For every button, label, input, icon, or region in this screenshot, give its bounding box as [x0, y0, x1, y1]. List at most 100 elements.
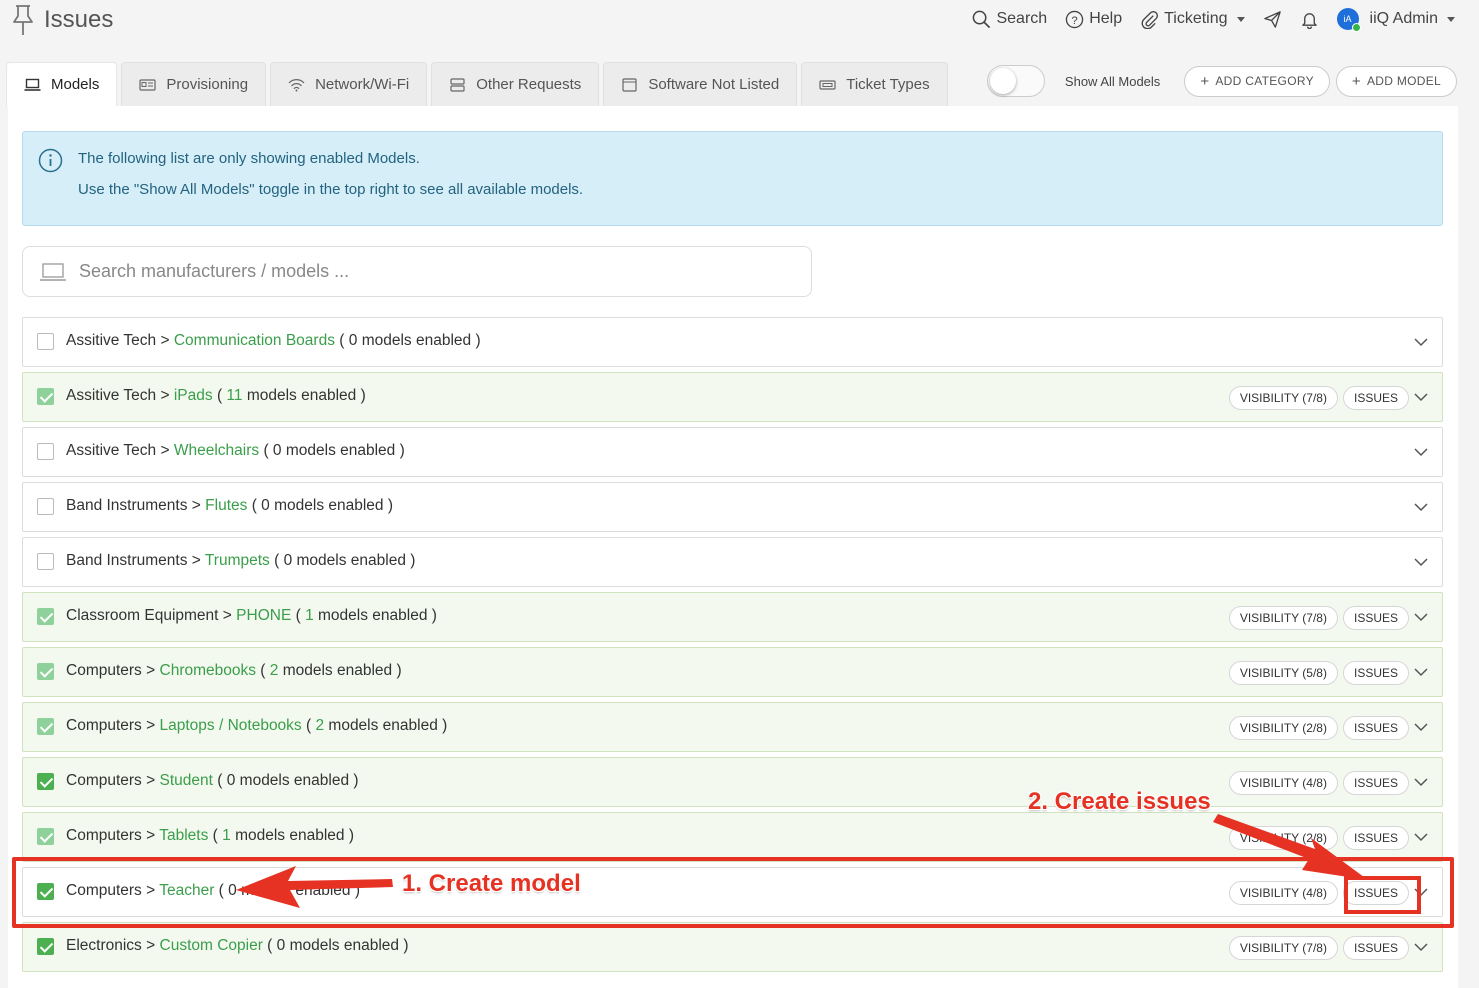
visibility-button[interactable]: VISIBILITY (4/8): [1228, 771, 1338, 795]
id-card-icon: [139, 78, 156, 91]
chevron-down-icon[interactable]: [1414, 720, 1428, 734]
send-button[interactable]: [1263, 10, 1282, 29]
enable-checkbox[interactable]: [37, 498, 54, 515]
category-row[interactable]: Electronics > Custom Copier ( 0 models e…: [22, 922, 1443, 972]
issues-button[interactable]: ISSUES: [1342, 386, 1409, 410]
chevron-down-icon[interactable]: [1414, 500, 1428, 514]
avatar-initials: iA: [1343, 14, 1352, 24]
model-count: 2: [269, 662, 279, 679]
chevron-down-icon[interactable]: [1414, 665, 1428, 679]
category-row[interactable]: Computers > Student ( 0 models enabled )…: [22, 757, 1443, 807]
tab-models[interactable]: Models: [6, 62, 118, 106]
tab-software-not-listed[interactable]: Software Not Listed: [603, 62, 798, 106]
separator: >: [222, 607, 232, 624]
search-link[interactable]: Search: [972, 10, 1047, 29]
subcategory-link[interactable]: iPads: [174, 387, 213, 404]
tab-other-requests[interactable]: Other Requests: [431, 62, 600, 106]
visibility-button[interactable]: VISIBILITY (4/8): [1228, 881, 1338, 905]
subcategory-link[interactable]: Custom Copier: [160, 937, 263, 954]
enable-checkbox[interactable]: [37, 443, 54, 460]
enable-checkbox[interactable]: [37, 388, 54, 405]
enable-checkbox[interactable]: [37, 883, 54, 900]
subcategory-link[interactable]: Flutes: [205, 497, 247, 514]
enable-checkbox[interactable]: [37, 718, 54, 735]
subcategory-link[interactable]: Laptops / Notebooks: [160, 717, 302, 734]
enable-checkbox[interactable]: [37, 938, 54, 955]
category-label: Band Instruments > Trumpets ( 0 models e…: [66, 552, 416, 569]
category-row[interactable]: Assitive Tech > Wheelchairs ( 0 models e…: [22, 427, 1443, 477]
user-menu[interactable]: iA iiQ Admin: [1336, 8, 1455, 32]
visibility-button[interactable]: VISIBILITY (2/8): [1228, 826, 1338, 850]
chevron-down-icon[interactable]: [1414, 885, 1428, 899]
category-row[interactable]: Band Instruments > Flutes ( 0 models ena…: [22, 482, 1443, 532]
subcategory-link[interactable]: Student: [160, 772, 213, 789]
category-label: Assitive Tech > iPads ( 11 models enable…: [66, 387, 366, 404]
tab-label: Network/Wi-Fi: [315, 76, 410, 93]
separator: >: [146, 827, 156, 844]
tab-bar: Models Provisioning Network/Wi-Fi Other …: [6, 62, 948, 106]
enable-checkbox[interactable]: [37, 773, 54, 790]
chevron-down-icon[interactable]: [1414, 830, 1428, 844]
category-row[interactable]: Computers > Teacher ( 0 models enabled )…: [22, 867, 1443, 917]
issues-button[interactable]: ISSUES: [1342, 716, 1409, 740]
laptop-icon: [24, 78, 41, 91]
chevron-down-icon[interactable]: [1414, 775, 1428, 789]
category-row[interactable]: Computers > Laptops / Notebooks ( 2 mode…: [22, 702, 1443, 752]
issues-button[interactable]: ISSUES: [1342, 936, 1409, 960]
enable-checkbox[interactable]: [37, 608, 54, 625]
subcategory-link[interactable]: Chromebooks: [160, 662, 257, 679]
category-row[interactable]: Assitive Tech > iPads ( 11 models enable…: [22, 372, 1443, 422]
enable-checkbox[interactable]: [37, 828, 54, 845]
separator: >: [146, 772, 156, 789]
models-enabled-label: models enabled: [289, 937, 400, 954]
category-row[interactable]: Computers > Chromebooks ( 2 models enabl…: [22, 647, 1443, 697]
visibility-button[interactable]: VISIBILITY (7/8): [1228, 386, 1338, 410]
tab-provisioning[interactable]: Provisioning: [121, 62, 267, 106]
subcategory-link[interactable]: Trumpets: [205, 552, 270, 569]
subcategory-link[interactable]: Teacher: [159, 882, 214, 899]
issues-button[interactable]: ISSUES: [1342, 826, 1409, 850]
subcategory-link[interactable]: Wheelchairs: [174, 442, 259, 459]
category-name: Assitive Tech: [66, 332, 157, 349]
issues-button[interactable]: ISSUES: [1342, 771, 1409, 795]
category-row[interactable]: Classroom Equipment > PHONE ( 1 models e…: [22, 592, 1443, 642]
model-count: 0: [276, 937, 286, 954]
row-actions: VISIBILITY (7/8) ISSUES: [1228, 936, 1409, 960]
issues-button[interactable]: ISSUES: [1342, 881, 1409, 905]
category-name: Band Instruments: [66, 552, 188, 569]
chevron-down-icon[interactable]: [1414, 390, 1428, 404]
search-input[interactable]: [79, 261, 779, 282]
category-label: Band Instruments > Flutes ( 0 models ena…: [66, 497, 394, 514]
tab-ticket-types[interactable]: Ticket Types: [801, 62, 948, 106]
add-model-button[interactable]: + ADD MODEL: [1335, 65, 1457, 97]
enable-checkbox[interactable]: [37, 663, 54, 680]
visibility-button[interactable]: VISIBILITY (2/8): [1228, 716, 1338, 740]
chevron-down-icon[interactable]: [1414, 445, 1428, 459]
enable-checkbox[interactable]: [37, 333, 54, 350]
issues-button[interactable]: ISSUES: [1342, 606, 1409, 630]
row-actions: VISIBILITY (2/8) ISSUES: [1228, 826, 1409, 850]
category-row[interactable]: Assitive Tech > Communication Boards ( 0…: [22, 317, 1443, 367]
model-count: 1: [222, 827, 231, 844]
subcategory-link[interactable]: Communication Boards: [174, 332, 335, 349]
category-row[interactable]: Band Instruments > Trumpets ( 0 models e…: [22, 537, 1443, 587]
subcategory-link[interactable]: PHONE: [236, 607, 291, 624]
visibility-button[interactable]: VISIBILITY (7/8): [1228, 936, 1338, 960]
notifications-button[interactable]: [1300, 10, 1319, 29]
help-link[interactable]: ? Help: [1065, 10, 1122, 29]
chevron-down-icon[interactable]: [1414, 335, 1428, 349]
enable-checkbox[interactable]: [37, 553, 54, 570]
models-enabled-label: models enabled: [285, 442, 396, 459]
ticketing-menu[interactable]: Ticketing: [1140, 10, 1245, 29]
issues-button[interactable]: ISSUES: [1342, 661, 1409, 685]
tab-network-wifi[interactable]: Network/Wi-Fi: [270, 62, 428, 106]
visibility-button[interactable]: VISIBILITY (7/8): [1228, 606, 1338, 630]
category-row[interactable]: Computers > Tablets ( 1 models enabled )…: [22, 812, 1443, 862]
chevron-down-icon[interactable]: [1414, 555, 1428, 569]
show-all-models-toggle[interactable]: [986, 65, 1045, 97]
chevron-down-icon[interactable]: [1414, 610, 1428, 624]
subcategory-link[interactable]: Tablets: [159, 827, 208, 844]
chevron-down-icon[interactable]: [1414, 940, 1428, 954]
add-category-button[interactable]: + ADD CATEGORY: [1184, 65, 1330, 97]
visibility-button[interactable]: VISIBILITY (5/8): [1228, 661, 1338, 685]
